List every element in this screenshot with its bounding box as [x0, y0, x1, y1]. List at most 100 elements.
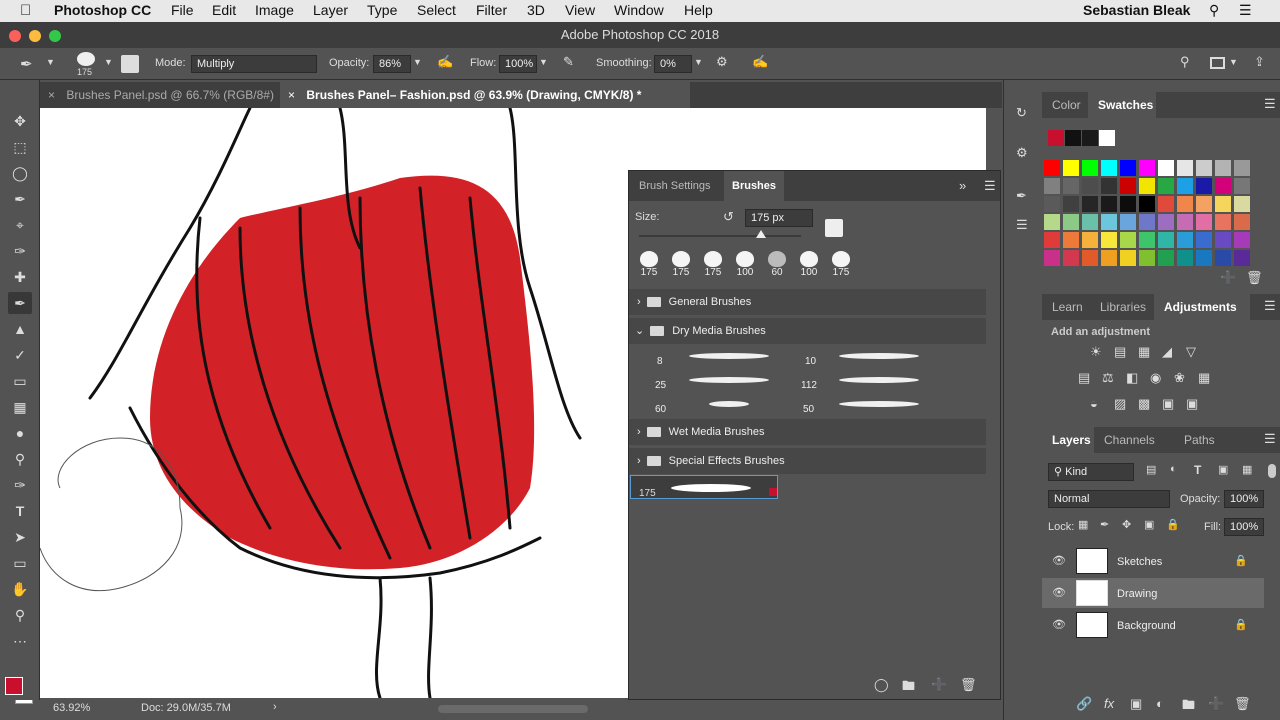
layer-row-background[interactable]: 👁 Background 🔒 — [1042, 610, 1264, 640]
menu-view[interactable]: View — [565, 2, 595, 18]
lock-all-icon[interactable]: 🔒 — [1166, 518, 1180, 531]
brightness-contrast-icon[interactable]: ☀ — [1090, 344, 1102, 360]
menu-3d[interactable]: 3D — [527, 2, 545, 18]
new-adjustment-layer-icon[interactable]: ◐ — [1156, 696, 1164, 711]
share-icon[interactable]: ⇪ — [1254, 54, 1265, 70]
doc-tab-fashion[interactable]: × Brushes Panel– Fashion.psd @ 63.9% (Dr… — [280, 82, 690, 108]
color-swatch[interactable] — [1196, 214, 1212, 230]
color-swatch[interactable] — [1044, 196, 1060, 212]
color-swatch[interactable] — [1101, 250, 1117, 266]
layer-row-drawing[interactable]: 👁 Drawing — [1042, 578, 1264, 608]
recent-brush[interactable]: 60 — [763, 249, 791, 281]
zoom-level[interactable]: 63.92% — [53, 702, 90, 714]
tab-learn[interactable]: Learn — [1042, 294, 1090, 320]
color-swatch[interactable] — [1139, 160, 1155, 176]
close-window-button[interactable] — [9, 30, 21, 42]
blend-mode-select[interactable]: Normal — [1048, 490, 1170, 508]
layers-opacity-field[interactable]: 100% — [1224, 490, 1264, 508]
foreground-color-swatch[interactable] — [5, 677, 23, 695]
recent-brush[interactable]: 175 — [827, 249, 855, 281]
color-swatch[interactable] — [1196, 196, 1212, 212]
color-swatch[interactable] — [1234, 232, 1250, 248]
color-swatch[interactable] — [1139, 214, 1155, 230]
history-brush-tool-icon[interactable]: ✓ — [8, 344, 32, 366]
mode-select[interactable]: Multiply — [191, 55, 317, 73]
tab-paths[interactable]: Paths — [1174, 427, 1234, 453]
new-preset-icon[interactable] — [825, 219, 843, 237]
visibility-eye-icon[interactable]: 👁 — [1052, 586, 1066, 599]
layer-mask-icon[interactable]: ▣ — [1130, 696, 1142, 712]
filter-shape-icon[interactable]: ▣ — [1218, 463, 1228, 476]
channel-mixer-icon[interactable]: ❀ — [1174, 370, 1185, 386]
recent-brush[interactable]: 175 — [699, 249, 727, 281]
blur-tool-icon[interactable]: ● — [8, 422, 32, 444]
color-swatch[interactable] — [1120, 250, 1136, 266]
color-swatch[interactable] — [1101, 160, 1117, 176]
filter-smart-object-icon[interactable]: ▦ — [1242, 463, 1252, 476]
color-swatch[interactable] — [1177, 232, 1193, 248]
app-menu[interactable]: Photoshop CC — [54, 2, 151, 18]
color-swatch[interactable] — [1196, 178, 1212, 194]
airbrush-icon[interactable]: ✎ — [563, 54, 574, 70]
black-white-icon[interactable]: ◧ — [1126, 370, 1138, 386]
selective-color-icon[interactable]: ▣ — [1186, 396, 1198, 412]
color-swatch[interactable] — [1082, 160, 1098, 176]
recent-brush[interactable]: 100 — [795, 249, 823, 281]
zoom-tool-icon[interactable]: ⚲ — [8, 604, 32, 626]
color-swatch[interactable] — [1044, 160, 1060, 176]
color-swatch[interactable] — [1120, 160, 1136, 176]
new-layer-icon[interactable]: ➕ — [1208, 696, 1224, 712]
panel-menu-icon[interactable]: ☰ — [984, 178, 996, 194]
color-swatch[interactable] — [1177, 196, 1193, 212]
color-swatch[interactable] — [1120, 196, 1136, 212]
opacity-field[interactable]: 86% — [373, 55, 411, 73]
curves-icon[interactable]: ▦ — [1138, 344, 1150, 360]
layers-menu-icon[interactable]: ☰ — [1264, 431, 1276, 447]
preset-chevron-icon[interactable]: ▼ — [104, 57, 113, 67]
color-swatch[interactable] — [1082, 250, 1098, 266]
pressure-opacity-icon[interactable]: ✍ — [437, 54, 453, 70]
tab-layers[interactable]: Layers — [1042, 427, 1094, 453]
new-group-icon[interactable]: 🖿 — [902, 677, 915, 699]
tab-channels[interactable]: Channels — [1094, 427, 1174, 453]
color-swatch[interactable] — [1234, 196, 1250, 212]
color-swatch[interactable] — [1234, 178, 1250, 194]
color-swatch[interactable] — [1063, 250, 1079, 266]
collapse-icon[interactable]: » — [959, 178, 966, 193]
tab-color[interactable]: Color — [1042, 92, 1088, 118]
color-swatch[interactable] — [1158, 160, 1174, 176]
brush-settings-panel-icon[interactable]: ✒ — [1016, 188, 1027, 204]
menu-edit[interactable]: Edit — [212, 2, 236, 18]
delete-layer-icon[interactable]: 🗑 — [1234, 696, 1251, 712]
recent-brush[interactable]: 175 — [635, 249, 663, 281]
color-swatch[interactable] — [1234, 160, 1250, 176]
filter-adjustment-icon[interactable]: ◐ — [1170, 463, 1177, 475]
exposure-icon[interactable]: ◢ — [1162, 344, 1172, 360]
photo-filter-icon[interactable]: ◉ — [1150, 370, 1161, 386]
gradient-tool-icon[interactable]: ▦ — [8, 396, 32, 418]
flow-field[interactable]: 100% — [499, 55, 537, 73]
color-balance-icon[interactable]: ⚖ — [1102, 370, 1114, 386]
tab-brush-settings[interactable]: Brush Settings — [639, 180, 711, 192]
color-swatch[interactable] — [1177, 160, 1193, 176]
more-tools-icon[interactable]: ⋯ — [8, 630, 32, 652]
doc-tab-brushes-panel[interactable]: × Brushes Panel.psd @ 66.7% (RGB/8#) — [40, 82, 280, 108]
lock-artboard-icon[interactable]: ▣ — [1144, 518, 1154, 531]
menu-type[interactable]: Type — [367, 2, 397, 18]
brush-preset-icon[interactable] — [77, 52, 95, 66]
color-lookup-icon[interactable]: ▦ — [1198, 370, 1210, 386]
color-swatch[interactable] — [1063, 178, 1079, 194]
color-swatch[interactable] — [1158, 250, 1174, 266]
color-swatch[interactable] — [1139, 178, 1155, 194]
color-swatch[interactable] — [1215, 214, 1231, 230]
vibrance-icon[interactable]: ▽ — [1186, 344, 1196, 360]
user-name[interactable]: Sebastian Bleak — [1083, 2, 1190, 18]
color-swatch[interactable] — [1234, 250, 1250, 266]
color-swatch[interactable] — [1044, 250, 1060, 266]
hue-saturation-icon[interactable]: ▤ — [1078, 370, 1090, 386]
menu-window[interactable]: Window — [614, 2, 664, 18]
dodge-tool-icon[interactable]: ⚲ — [8, 448, 32, 470]
menu-filter[interactable]: Filter — [476, 2, 507, 18]
eyedropper-tool-icon[interactable]: ✑ — [8, 240, 32, 262]
lock-position-icon[interactable]: ✥ — [1122, 518, 1131, 531]
